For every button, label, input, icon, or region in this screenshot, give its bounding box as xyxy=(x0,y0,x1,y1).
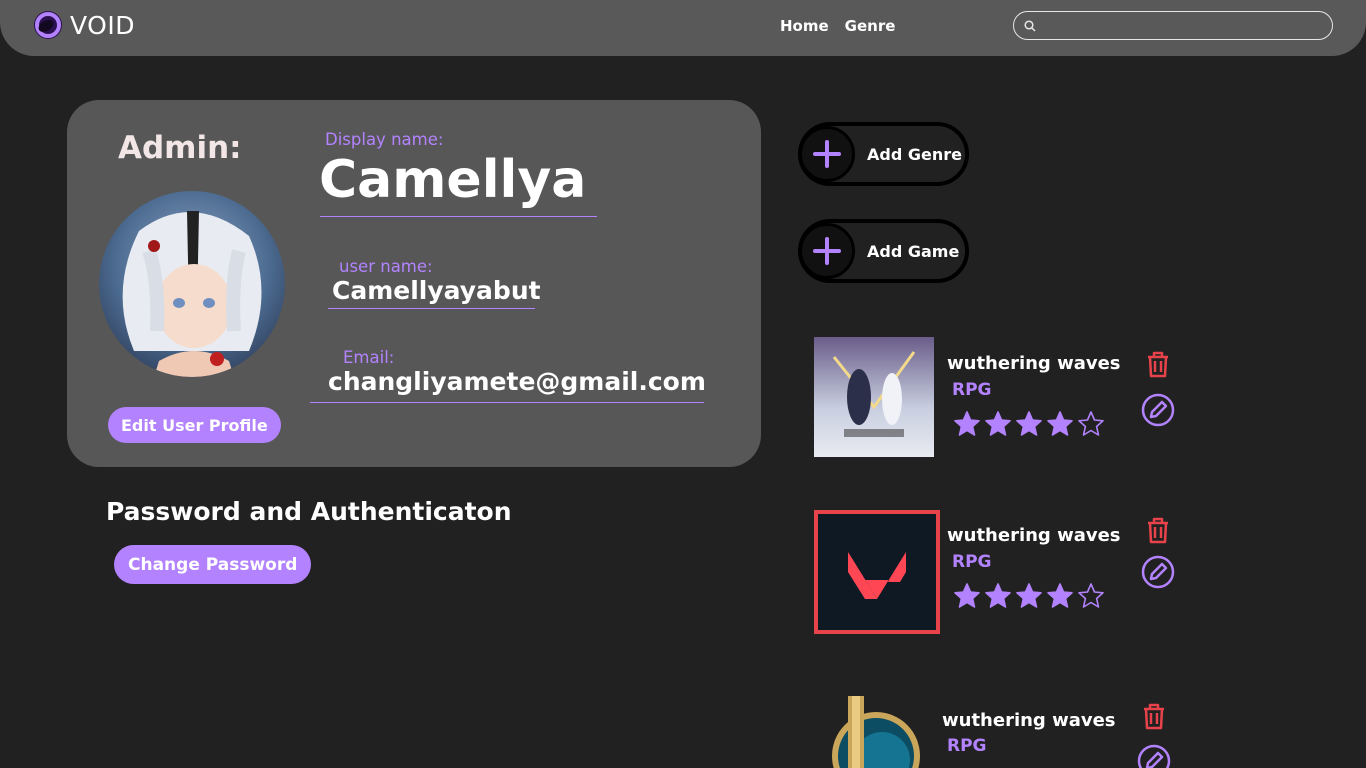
role-label: Admin: xyxy=(118,130,242,166)
game-rating xyxy=(953,582,1105,610)
plus-icon xyxy=(799,126,855,182)
star-filled-icon xyxy=(1016,583,1042,608)
edit-icon[interactable] xyxy=(1141,555,1175,589)
delete-icon[interactable] xyxy=(1144,515,1172,545)
game-title: wuthering waves xyxy=(942,710,1116,731)
add-game-button[interactable]: Add Game xyxy=(798,219,969,283)
game-genre: RPG xyxy=(947,736,987,756)
edit-profile-button[interactable]: Edit User Profile xyxy=(108,407,281,443)
star-filled-icon xyxy=(1047,411,1073,436)
search-icon xyxy=(1024,19,1036,32)
username-underline xyxy=(328,308,535,309)
game-cover-image[interactable] xyxy=(814,337,934,457)
change-password-button[interactable]: Change Password xyxy=(114,545,312,584)
display-name-label: Display name: xyxy=(325,130,444,149)
plus-icon xyxy=(799,223,855,279)
star-filled-icon xyxy=(1016,411,1042,436)
username-value[interactable]: Camellyayabut xyxy=(332,276,541,305)
email-value[interactable]: changliyamete@gmail.com xyxy=(328,367,706,396)
display-name-underline xyxy=(320,216,597,217)
add-genre-label: Add Genre xyxy=(867,144,962,164)
email-underline xyxy=(310,402,704,403)
top-navbar: VOID Home Genre xyxy=(0,0,1366,56)
star-empty-icon xyxy=(1078,583,1104,608)
avatar xyxy=(99,191,285,377)
game-genre: RPG xyxy=(952,552,992,572)
game-cover-image[interactable] xyxy=(822,694,930,768)
add-game-label: Add Game xyxy=(867,241,960,261)
add-genre-button[interactable]: Add Genre xyxy=(798,122,969,186)
display-name-value[interactable]: Camellya xyxy=(319,150,586,210)
nav-home-link[interactable]: Home xyxy=(780,17,829,35)
main-nav: Home Genre xyxy=(780,17,895,35)
nav-genre-link[interactable]: Genre xyxy=(845,17,896,35)
delete-icon[interactable] xyxy=(1140,701,1168,731)
game-genre: RPG xyxy=(952,380,992,400)
star-filled-icon xyxy=(1047,583,1073,608)
email-label: Email: xyxy=(343,348,395,367)
search-bar[interactable] xyxy=(1013,11,1333,40)
star-filled-icon xyxy=(985,411,1011,436)
logo-text: VOID xyxy=(70,10,135,40)
username-label: user name: xyxy=(339,257,433,276)
star-empty-icon xyxy=(1078,411,1104,436)
void-logo-icon xyxy=(34,11,62,39)
game-title: wuthering waves xyxy=(947,525,1121,546)
edit-icon[interactable] xyxy=(1141,393,1175,427)
game-cover-image[interactable] xyxy=(814,510,940,634)
logo[interactable]: VOID xyxy=(32,9,135,41)
game-rating xyxy=(953,410,1105,438)
game-title: wuthering waves xyxy=(947,353,1121,374)
profile-card: Admin: Edit User Profile Display name: C… xyxy=(67,100,761,467)
delete-icon[interactable] xyxy=(1144,349,1172,379)
star-filled-icon xyxy=(985,583,1011,608)
search-input[interactable] xyxy=(1042,18,1322,33)
security-section-title: Password and Authenticaton xyxy=(106,497,512,526)
star-filled-icon xyxy=(954,411,980,436)
edit-icon[interactable] xyxy=(1137,744,1171,768)
star-filled-icon xyxy=(954,583,980,608)
